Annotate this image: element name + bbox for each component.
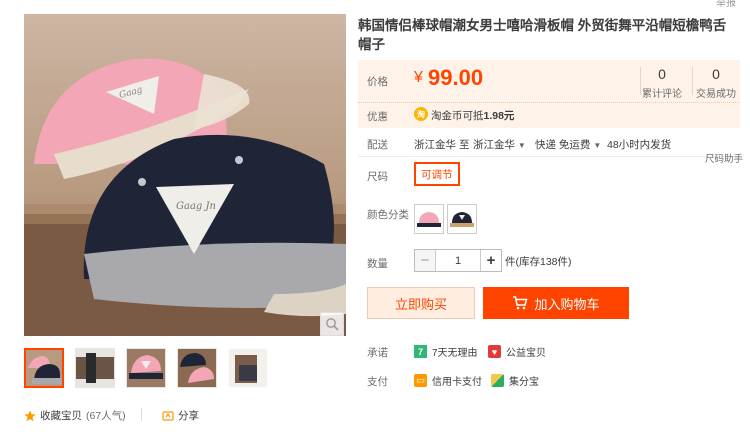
payment-jifenbao[interactable]: 集分宝 xyxy=(491,373,539,388)
cart-icon xyxy=(513,296,529,310)
size-helper-link[interactable]: 尺码助手 xyxy=(705,151,743,165)
promise-7day-label: 7天无理由 xyxy=(432,348,478,359)
collect-label: 收藏宝贝 xyxy=(40,410,82,422)
quantity-label: 数量 xyxy=(367,258,388,270)
promise-label: 承诺 xyxy=(367,347,388,359)
thumbnail-image xyxy=(229,349,267,387)
size-label: 尺码 xyxy=(367,171,388,183)
share-icon xyxy=(162,410,174,421)
search-icon xyxy=(326,318,339,331)
share-button[interactable]: 分享 xyxy=(162,408,199,423)
color-label: 颜色分类 xyxy=(367,209,409,221)
color-swatch-image xyxy=(415,205,443,233)
thumbnail-2[interactable] xyxy=(75,348,115,388)
payment-credit-card-label: 信用卡支付 xyxy=(432,377,482,388)
promo-label: 优惠 xyxy=(367,111,388,123)
divider xyxy=(141,408,142,421)
svg-text:Gaag Jn: Gaag Jn xyxy=(176,201,216,212)
promo-text: 淘金币可抵1.98元 xyxy=(431,108,514,123)
quantity-minus-button[interactable]: − xyxy=(415,250,435,271)
divider xyxy=(358,156,740,157)
payment-credit-card[interactable]: ▭ 信用卡支付 xyxy=(414,373,482,388)
buy-now-button[interactable]: 立即购买 xyxy=(367,287,475,319)
sales-label: 交易成功 xyxy=(696,89,736,100)
ship-delivery: 48小时内发货 xyxy=(607,139,672,151)
star-icon xyxy=(24,410,36,421)
color-option-navy[interactable] xyxy=(447,204,477,234)
quantity-plus-button[interactable]: + xyxy=(481,250,501,271)
product-title: 韩国情侣棒球帽潮女男士嘻哈滑板帽 外贸街舞平沿帽短檐鸭舌帽子 xyxy=(358,18,727,52)
promo-amount: 1.98元 xyxy=(483,110,515,122)
quantity-stepper: − 1 + xyxy=(414,249,502,272)
thumbnail-image xyxy=(178,349,216,387)
thumbnail-3[interactable] xyxy=(126,348,166,388)
zoom-button[interactable] xyxy=(320,312,344,336)
chevron-down-icon: ▼ xyxy=(517,141,526,150)
charity-heart-icon: ♥ xyxy=(488,345,501,358)
sales-count: 0 xyxy=(712,66,720,82)
color-swatch-image xyxy=(448,205,476,233)
stock-info: 件(库存138件) xyxy=(505,256,572,268)
credit-card-icon: ▭ xyxy=(414,374,427,387)
thumbnail-image xyxy=(127,349,165,387)
taobao-coin-icon: 淘 xyxy=(414,107,428,121)
ship-to: 浙江金华 xyxy=(473,139,515,151)
thumbnail-1[interactable] xyxy=(24,348,64,388)
add-to-cart-label: 加入购物车 xyxy=(534,296,600,312)
ship-to-word: 至 xyxy=(459,139,470,151)
thumbnail-5[interactable] xyxy=(228,348,268,388)
reviews-label[interactable]: 累计评论 xyxy=(632,85,692,100)
price-value: 99.00 xyxy=(428,65,484,90)
quantity-input[interactable]: 1 xyxy=(435,250,481,271)
jifenbao-icon xyxy=(491,374,504,387)
promise-charity-label: 公益宝贝 xyxy=(506,348,546,359)
collect-button[interactable]: 收藏宝贝 (67人气) xyxy=(24,408,126,423)
price-label: 价格 xyxy=(367,76,388,88)
seven-day-icon: 7 xyxy=(414,345,427,358)
add-to-cart-button[interactable]: 加入购物车 xyxy=(483,287,629,319)
promo-prefix: 淘金币可抵 xyxy=(431,110,484,122)
payment-label: 支付 xyxy=(367,376,388,388)
ship-destination-select[interactable]: 浙江金华 ▼ xyxy=(473,137,526,152)
size-option-adjustable[interactable]: 可调节 xyxy=(414,162,460,186)
report-link[interactable]: 举报 xyxy=(716,0,736,9)
promise-charity[interactable]: ♥ 公益宝贝 xyxy=(488,344,546,359)
chevron-down-icon: ▼ xyxy=(593,141,602,150)
cap-photo: Gaag Gaag Jn xyxy=(24,58,346,336)
shipping-label: 配送 xyxy=(367,139,388,151)
reviews-count[interactable]: 0 xyxy=(637,66,687,82)
ship-method: 快递 免运费 xyxy=(535,139,591,151)
thumbnail-image xyxy=(76,349,114,387)
collect-count: (67人气) xyxy=(86,410,126,422)
main-product-image[interactable]: Gaag Gaag Jn xyxy=(24,14,346,336)
share-label: 分享 xyxy=(178,410,199,422)
color-option-pink[interactable] xyxy=(414,204,444,234)
ship-method-select[interactable]: 快递 免运费 ▼ xyxy=(535,137,601,152)
thumbnail-4[interactable] xyxy=(177,348,217,388)
currency-symbol: ¥ xyxy=(414,69,423,86)
thumbnail-image xyxy=(26,350,62,386)
ship-from: 浙江金华 xyxy=(414,139,456,151)
promise-7day[interactable]: 7 7天无理由 xyxy=(414,344,478,359)
payment-jifenbao-label: 集分宝 xyxy=(509,377,539,388)
